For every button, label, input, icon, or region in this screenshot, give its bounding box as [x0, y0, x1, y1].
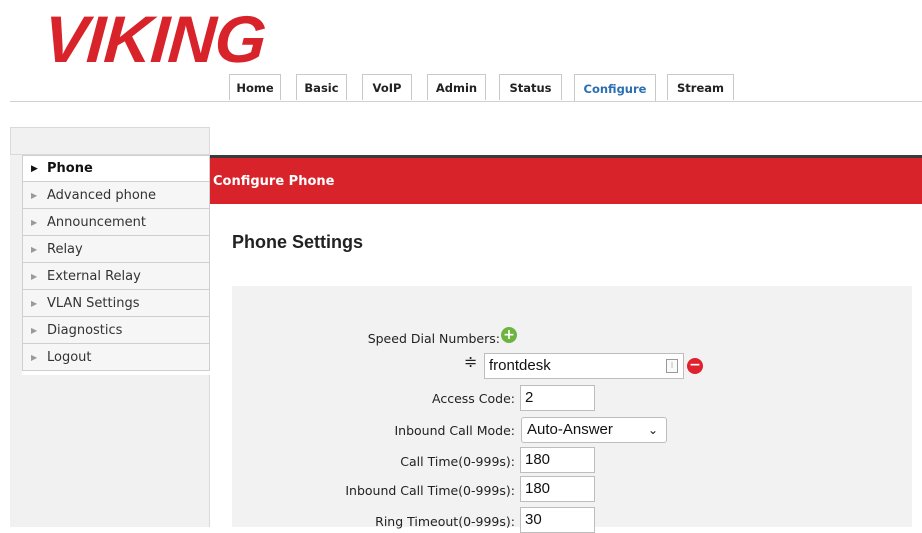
tab-status[interactable]: Status — [499, 74, 562, 100]
sidebar-item-label: External Relay — [47, 268, 141, 284]
access-code-value: 2 — [525, 389, 534, 406]
access-code-label: Access Code: — [432, 391, 515, 406]
plus-circle-icon[interactable]: + — [501, 327, 517, 343]
section-title: Phone Settings — [232, 232, 364, 252]
drag-handle-icon[interactable]: ≑ — [464, 354, 477, 370]
sidebar-item-advanced-phone[interactable]: ▶ Advanced phone — [22, 182, 210, 209]
inbound-call-mode-value: Auto-Answer — [527, 421, 613, 438]
inbound-call-mode-label: Inbound Call Mode: — [394, 423, 515, 438]
triangle-right-icon: ▶ — [31, 163, 38, 174]
viking-logo: VIKING — [41, 2, 268, 76]
sidebar-item-label: Diagnostics — [47, 322, 123, 338]
triangle-right-icon: ▶ — [31, 244, 38, 254]
tab-basic[interactable]: Basic — [296, 74, 347, 100]
triangle-right-icon: ▶ — [31, 352, 38, 362]
call-time-value: 180 — [525, 451, 551, 468]
sidebar-item-label: VLAN Settings — [47, 295, 140, 311]
page-header-title: Configure Phone — [213, 173, 335, 189]
inbound-call-mode-select[interactable]: Auto-Answer ⌄ — [521, 417, 667, 443]
call-time-field[interactable]: 180 — [520, 447, 595, 473]
triangle-right-icon: ▶ — [31, 271, 38, 281]
sidebar-header — [10, 127, 210, 155]
triangle-right-icon: ▶ — [31, 298, 38, 308]
sidebar-item-logout[interactable]: ▶ Logout — [22, 344, 210, 371]
sidebar: ▶ Phone ▶ Advanced phone ▶ Announcement … — [22, 155, 210, 371]
sidebar-item-label: Logout — [47, 349, 92, 365]
chevron-down-icon: ⌄ — [647, 423, 658, 437]
ring-timeout-field[interactable]: 30 — [520, 507, 595, 533]
sidebar-item-announcement[interactable]: ▶ Announcement — [22, 209, 210, 236]
contact-picker-icon[interactable]: ⁝ — [666, 359, 678, 373]
ring-timeout-value: 30 — [525, 511, 542, 528]
sidebar-item-label: Announcement — [47, 214, 146, 230]
triangle-right-icon: ▶ — [31, 190, 38, 200]
sidebar-item-label: Phone — [47, 161, 93, 176]
tab-home[interactable]: Home — [229, 74, 281, 100]
access-code-field[interactable]: 2 — [520, 385, 595, 411]
sidebar-item-relay[interactable]: ▶ Relay — [22, 236, 210, 263]
sidebar-item-phone[interactable]: ▶ Phone — [22, 155, 210, 182]
triangle-right-icon: ▶ — [31, 217, 38, 227]
tab-configure[interactable]: Configure — [574, 74, 656, 102]
speed-dial-label: Speed Dial Numbers: — [367, 331, 500, 346]
sidebar-item-vlan-settings[interactable]: ▶ VLAN Settings — [22, 290, 210, 317]
sidebar-item-external-relay[interactable]: ▶ External Relay — [22, 263, 210, 290]
speed-dial-entry-value: frontdesk — [489, 357, 551, 374]
tab-voip[interactable]: VoIP — [362, 74, 412, 100]
triangle-right-icon: ▶ — [31, 325, 38, 335]
sidebar-gutter — [10, 155, 22, 375]
sidebar-fill — [10, 375, 210, 527]
tab-bar-divider — [10, 101, 922, 102]
sidebar-item-label: Advanced phone — [47, 187, 157, 203]
page-header-bar: Configure Phone — [210, 155, 922, 204]
tab-admin[interactable]: Admin — [427, 74, 486, 100]
sidebar-item-label: Relay — [47, 241, 83, 257]
minus-circle-icon[interactable]: − — [687, 358, 703, 374]
speed-dial-entry-field[interactable]: frontdesk — [484, 353, 684, 379]
inbound-call-time-value: 180 — [525, 480, 551, 497]
sidebar-item-diagnostics[interactable]: ▶ Diagnostics — [22, 317, 210, 344]
inbound-call-time-label: Inbound Call Time(0-999s): — [345, 483, 515, 498]
call-time-label: Call Time(0-999s): — [400, 454, 515, 469]
tab-stream[interactable]: Stream — [667, 74, 734, 100]
inbound-call-time-field[interactable]: 180 — [520, 476, 595, 502]
